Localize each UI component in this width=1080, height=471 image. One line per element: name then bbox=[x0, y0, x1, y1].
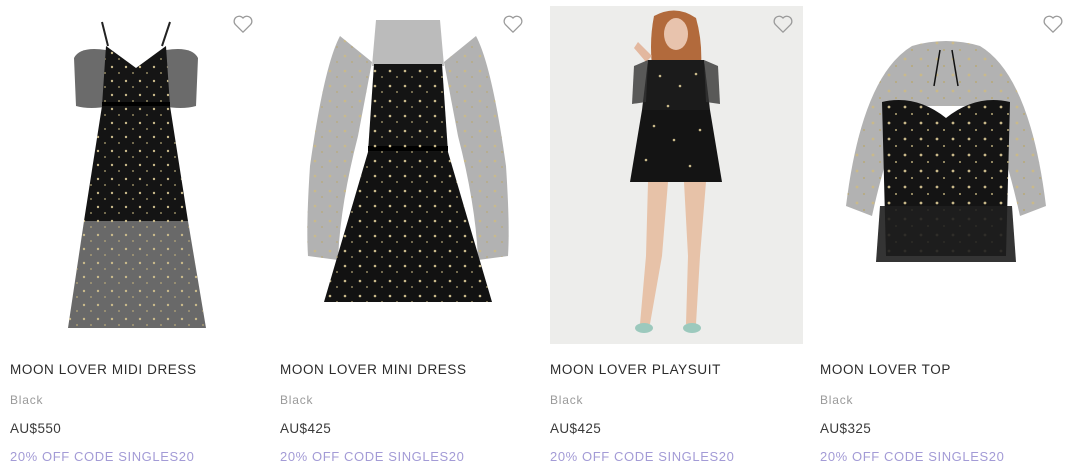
product-price: AU$325 bbox=[820, 421, 872, 436]
product-card[interactable]: MOON LOVER TOP Black AU$325 20% OFF CODE… bbox=[810, 0, 1080, 471]
heart-outline-icon[interactable] bbox=[1042, 14, 1064, 34]
promo-text: 20% OFF CODE SINGLES20 bbox=[550, 449, 735, 464]
product-image[interactable] bbox=[820, 6, 1073, 344]
product-color: Black bbox=[820, 393, 854, 407]
product-name[interactable]: MOON LOVER MINI DRESS bbox=[280, 362, 467, 377]
promo-text: 20% OFF CODE SINGLES20 bbox=[820, 449, 1005, 464]
promo-text: 20% OFF CODE SINGLES20 bbox=[280, 449, 465, 464]
product-price: AU$425 bbox=[550, 421, 602, 436]
product-image[interactable] bbox=[550, 6, 803, 344]
promo-text: 20% OFF CODE SINGLES20 bbox=[10, 449, 195, 464]
heart-outline-icon[interactable] bbox=[232, 14, 254, 34]
product-grid: MOON LOVER MIDI DRESS Black AU$550 20% O… bbox=[0, 0, 1080, 471]
product-price: AU$425 bbox=[280, 421, 332, 436]
product-card[interactable]: MOON LOVER PLAYSUIT Black AU$425 20% OFF… bbox=[540, 0, 810, 471]
product-color: Black bbox=[10, 393, 44, 407]
heart-outline-icon[interactable] bbox=[502, 14, 524, 34]
product-card[interactable]: MOON LOVER MINI DRESS Black AU$425 20% O… bbox=[270, 0, 540, 471]
product-color: Black bbox=[550, 393, 584, 407]
product-image[interactable] bbox=[10, 6, 263, 344]
product-image[interactable] bbox=[280, 6, 533, 344]
product-card[interactable]: MOON LOVER MIDI DRESS Black AU$550 20% O… bbox=[0, 0, 270, 471]
product-price: AU$550 bbox=[10, 421, 62, 436]
product-name[interactable]: MOON LOVER PLAYSUIT bbox=[550, 362, 721, 377]
product-name[interactable]: MOON LOVER TOP bbox=[820, 362, 951, 377]
product-color: Black bbox=[280, 393, 314, 407]
product-name[interactable]: MOON LOVER MIDI DRESS bbox=[10, 362, 197, 377]
heart-outline-icon[interactable] bbox=[772, 14, 794, 34]
